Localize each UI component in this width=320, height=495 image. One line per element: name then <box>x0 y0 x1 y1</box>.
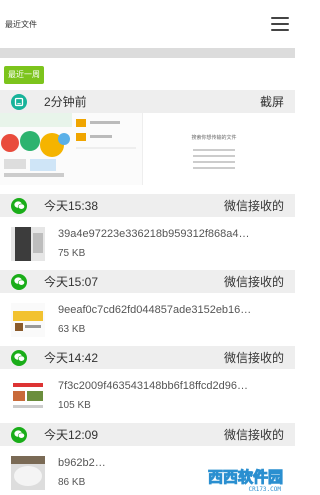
section-source: 微信接收的 <box>223 428 284 442</box>
file-thumbnail <box>11 455 45 490</box>
watermark-logo: 西西软件园 CR173.COM <box>207 466 283 494</box>
screenshot-icon <box>11 93 27 110</box>
menu-icon[interactable] <box>271 17 289 31</box>
file-name: 39a4e97223e336218b959312f868a4… <box>58 228 250 240</box>
section-time: 今天15:38 <box>44 199 99 213</box>
file-row[interactable]: 7f3c2009f463543148bb6f18ffcd2d96… 105 KB <box>0 369 295 422</box>
section-time: 今天14:42 <box>44 351 99 365</box>
section-wechat: 今天14:42 微信接收的 7f3c2009f463543148bb6f18ff… <box>0 346 295 422</box>
section-source: 微信接收的 <box>223 275 284 289</box>
section-header: 今天14:42 微信接收的 <box>0 346 295 369</box>
section-wechat: 今天15:07 微信接收的 9eeaf0c7cd62fd044857ade315… <box>0 270 295 346</box>
top-bar: 最近文件 <box>0 0 295 48</box>
section-header: 今天12:09 微信接收的 <box>0 423 295 446</box>
file-name: 9eeaf0c7cd62fd044857ade3152eb16… <box>58 304 252 316</box>
section-wechat: 今天15:38 微信接收的 39a4e97223e336218b959312f8… <box>0 194 295 270</box>
file-thumbnail <box>11 378 45 413</box>
file-thumbnail <box>11 226 45 261</box>
page-title: 最近文件 <box>5 19 37 29</box>
wechat-icon <box>11 273 27 290</box>
watermark-text: 西西软件园 <box>207 468 283 487</box>
wechat-icon <box>11 197 27 214</box>
screenshot-caption: 搜索你想传输的文件 <box>191 134 236 141</box>
section-time: 今天12:09 <box>44 428 99 442</box>
wechat-icon <box>11 349 27 366</box>
file-name: 7f3c2009f463543148bb6f18ffcd2d96… <box>58 380 249 392</box>
section-source: 微信接收的 <box>223 351 284 365</box>
section-header: 今天15:38 微信接收的 <box>0 194 295 217</box>
screenshot-thumbnail[interactable] <box>0 113 142 185</box>
screenshot-thumbnail[interactable]: 搜索你想传输的文件 <box>142 113 284 185</box>
file-size: 105 KB <box>58 400 91 411</box>
watermark-subtext: CR173.COM <box>248 486 281 493</box>
section-header: 今天15:07 微信接收的 <box>0 270 295 293</box>
filter-chip[interactable]: 最近一周 <box>4 66 44 84</box>
file-size: 63 KB <box>58 324 86 335</box>
section-time: 今天15:07 <box>44 275 99 289</box>
section-time: 2分钟前 <box>44 95 87 109</box>
file-thumbnail <box>11 302 45 337</box>
header-divider <box>0 48 295 58</box>
section-source: 截屏 <box>259 95 284 109</box>
section-header: 2分钟前 截屏 <box>0 90 295 113</box>
file-size: 75 KB <box>58 248 86 259</box>
wechat-icon <box>11 426 27 443</box>
file-row[interactable]: 39a4e97223e336218b959312f868a4… 75 KB <box>0 217 295 270</box>
section-screenshot: 2分钟前 截屏 搜索你想传输的文件 <box>0 90 295 185</box>
section-source: 微信接收的 <box>223 199 284 213</box>
file-row[interactable]: 9eeaf0c7cd62fd044857ade3152eb16… 63 KB <box>0 293 295 346</box>
